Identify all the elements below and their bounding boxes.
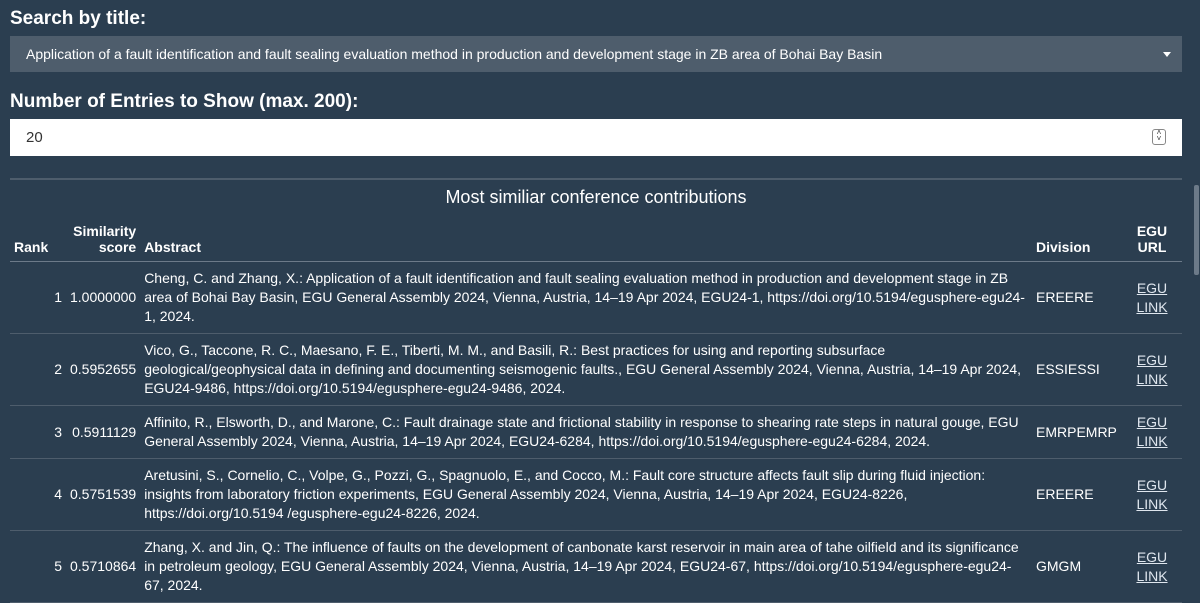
division-cell: EREERE <box>1032 261 1122 334</box>
egu-link[interactable]: EGU LINK <box>1136 280 1167 315</box>
egu-link-line2: LINK <box>1136 433 1168 449</box>
rank-cell: 1 <box>10 261 66 334</box>
division-cell: GMGM <box>1032 530 1122 603</box>
search-by-title-label: Search by title: <box>10 8 147 29</box>
abstract-cell: Vico, G., Taccone, R. C., Maesano, F. E.… <box>140 333 1032 406</box>
rank-cell: 5 <box>10 530 66 603</box>
division-cell: ESSIESSI <box>1032 333 1122 406</box>
egu-link-line1: EGU <box>1136 351 1168 368</box>
egu-link-line2: LINK <box>1136 298 1168 315</box>
entries-number-input[interactable]: 20 ˄ ˅ <box>10 119 1182 156</box>
division-cell: EREERE <box>1032 458 1122 531</box>
header-similarity-score: Similarity score <box>66 219 141 262</box>
table-header-row: Rank Similarity score Abstract Division … <box>10 219 1182 262</box>
egu-link-line2: LINK <box>1136 370 1168 387</box>
header-score-line1: Similarity <box>73 223 137 239</box>
egu-link-line2: LINK <box>1136 567 1168 584</box>
url-cell: EGU LINK <box>1122 333 1182 406</box>
title-select-value: Application of a fault identification an… <box>26 46 883 62</box>
score-cell: 0.5751539 <box>66 458 141 531</box>
score-cell: 1.0000000 <box>66 261 141 334</box>
scrollbar-thumb[interactable] <box>1194 185 1199 275</box>
egu-link[interactable]: EGU LINK <box>1136 414 1167 449</box>
abstract-cell: Cheng, C. and Zhang, X.: Application of … <box>140 261 1032 334</box>
rank-cell: 2 <box>10 333 66 406</box>
egu-link[interactable]: EGU LINK <box>1136 477 1167 512</box>
egu-link-line1: EGU <box>1136 476 1168 493</box>
header-url-line2: URL <box>1137 239 1167 255</box>
rank-cell: 3 <box>10 405 66 459</box>
score-cell: 0.5710864 <box>66 530 141 603</box>
header-abstract: Abstract <box>140 219 1032 262</box>
egu-link[interactable]: EGU LINK <box>1136 549 1167 584</box>
header-score-line2: score <box>98 239 137 255</box>
score-cell: 0.5911129 <box>66 405 141 459</box>
score-cell: 0.5952655 <box>66 333 141 406</box>
abstract-cell: Aretusini, S., Cornelio, C., Volpe, G., … <box>140 458 1032 531</box>
table-row: 4 0.5751539 Aretusini, S., Cornelio, C., V… <box>10 458 1182 531</box>
url-cell: EGU LINK <box>1122 405 1182 459</box>
url-cell: EGU LINK <box>1122 458 1182 531</box>
entries-input-value: 20 <box>26 129 43 146</box>
table-row: 3 0.5911129 Affinito, R., Elsworth, D., an… <box>10 405 1182 459</box>
table-row: 1 1.0000000 Cheng, C. and Zhang, X.: Appli… <box>10 261 1182 334</box>
url-cell: EGU LINK <box>1122 261 1182 334</box>
header-division: Division <box>1032 219 1122 262</box>
egu-link-line2: LINK <box>1136 495 1168 512</box>
page-scrollbar[interactable] <box>1192 0 1200 594</box>
abstract-cell: Zhang, X. and Jin, Q.: The influence of … <box>140 530 1032 603</box>
table-caption: Most similiar conference contributions <box>445 187 747 207</box>
egu-link-line1: EGU <box>1136 279 1168 296</box>
egu-link[interactable]: EGU LINK <box>1136 352 1167 387</box>
table-top-divider <box>10 178 1182 180</box>
url-cell: EGU LINK <box>1122 530 1182 603</box>
egu-link-line1: EGU <box>1136 548 1168 565</box>
table-row: 2 0.5952655 Vico, G., Taccone, R. C., Maes… <box>10 333 1182 406</box>
title-select[interactable]: Application of a fault identification an… <box>10 36 1182 72</box>
header-url-line1: EGU <box>1136 223 1168 239</box>
results-table: Rank Similarity score Abstract Division … <box>10 219 1182 603</box>
header-rank: Rank <box>10 219 66 262</box>
egu-link-line1: EGU <box>1136 414 1168 430</box>
chevron-down-icon[interactable] <box>1163 52 1171 57</box>
spinner-icon[interactable]: ˄ ˅ <box>1152 129 1166 145</box>
entries-label: Number of Entries to Show (max. 200): <box>10 91 359 112</box>
division-cell: EMRPEMRP <box>1032 405 1122 459</box>
abstract-cell: Affinito, R., Elsworth, D., and Marone, … <box>140 405 1032 459</box>
rank-cell: 4 <box>10 458 66 531</box>
table-row: 5 0.5710864 Zhang, X. and Jin, Q.: The inf… <box>10 530 1182 603</box>
header-egu-url: EGU URL <box>1122 219 1182 262</box>
